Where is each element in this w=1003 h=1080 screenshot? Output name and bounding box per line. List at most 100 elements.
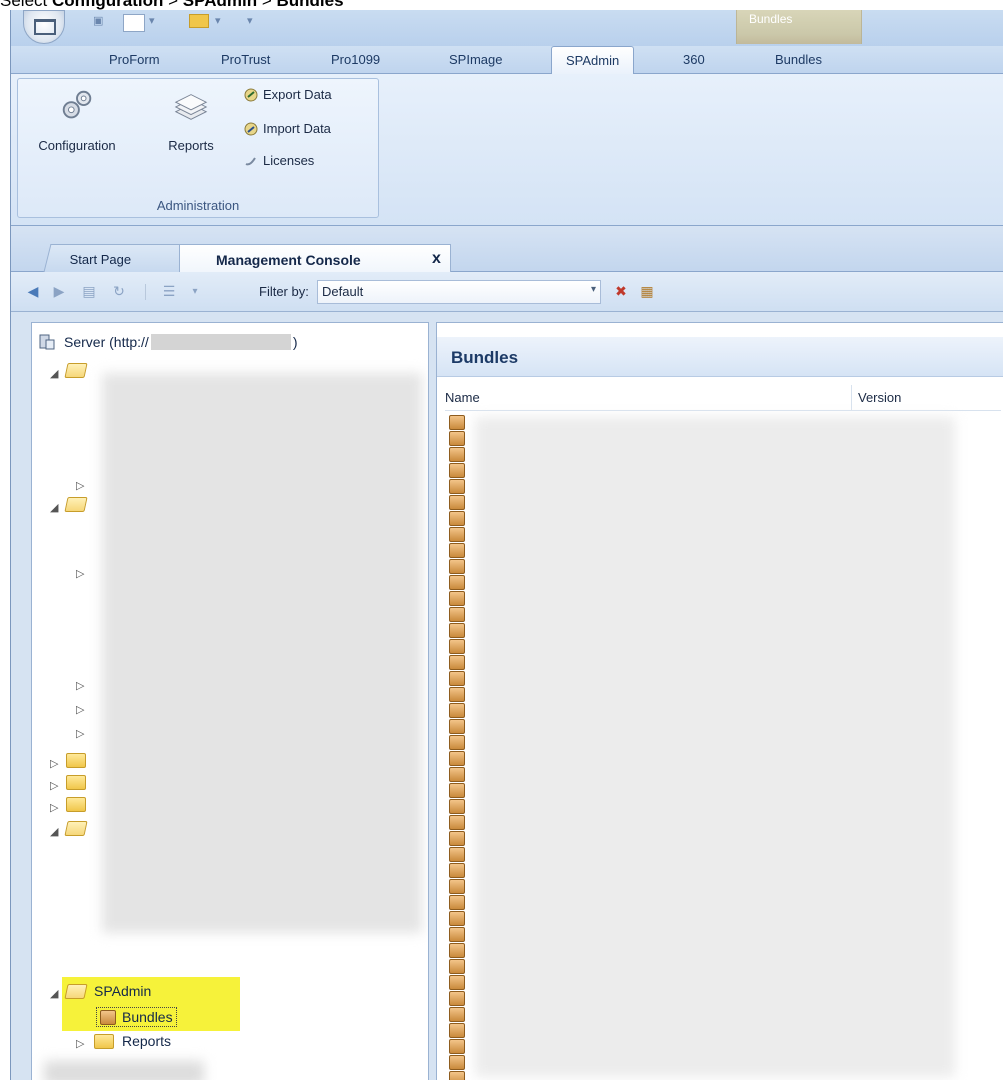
bundle-icon[interactable]	[449, 1055, 465, 1070]
bundle-icon[interactable]	[449, 767, 465, 782]
up-icon[interactable]: ▤	[81, 284, 97, 300]
bundle-icon[interactable]	[449, 671, 465, 686]
view-dropdown-icon[interactable]: ▾	[187, 284, 203, 300]
bundle-icon[interactable]	[449, 735, 465, 750]
bundle-icon[interactable]	[449, 495, 465, 510]
new-dropdown-icon[interactable]: ▾	[149, 14, 155, 32]
expand-arrow-icon[interactable]: ▷	[76, 679, 84, 692]
tab-spimage[interactable]: SPImage	[449, 52, 502, 67]
tree-item-reports[interactable]: Reports	[94, 1033, 171, 1049]
bundle-icon[interactable]	[449, 687, 465, 702]
tab-360[interactable]: 360	[683, 52, 705, 67]
expand-arrow-icon[interactable]: ▷	[76, 727, 84, 740]
export-data-button[interactable]: Export Data	[244, 87, 332, 102]
bundle-icon[interactable]	[449, 623, 465, 638]
folder-icon[interactable]	[66, 753, 86, 768]
bundle-icon[interactable]	[449, 639, 465, 654]
tab-spadmin[interactable]: SPAdmin	[551, 46, 635, 75]
configuration-button[interactable]: Configuration	[22, 87, 132, 153]
reports-button[interactable]: Reports	[156, 87, 226, 153]
licenses-button[interactable]: Licenses	[244, 153, 314, 168]
bundle-icon[interactable]	[449, 751, 465, 766]
bundle-icon[interactable]	[449, 479, 465, 494]
view-icon[interactable]: ☰	[161, 284, 177, 300]
bundle-icon[interactable]	[449, 607, 465, 622]
start-page-label: Start Page	[69, 252, 132, 267]
tree-item-server[interactable]: Server (http:// )	[38, 333, 297, 351]
bundle-icon[interactable]	[449, 879, 465, 894]
tab-pro1099[interactable]: Pro1099	[331, 52, 380, 67]
customize-qat-icon[interactable]: ▾	[247, 14, 253, 32]
bundle-icon[interactable]	[449, 703, 465, 718]
bundle-icon[interactable]	[449, 831, 465, 846]
filter-select[interactable]: Default ▾	[317, 280, 601, 304]
tab-management-console[interactable]: Management Console x	[179, 244, 451, 272]
tree-item-spadmin[interactable]: SPAdmin	[64, 983, 151, 999]
bundle-icon[interactable]	[449, 799, 465, 814]
folder-icon[interactable]	[66, 775, 86, 790]
tab-protrust[interactable]: ProTrust	[221, 52, 270, 67]
tree-item-bundles[interactable]: Bundles	[96, 1007, 177, 1027]
bundle-icon[interactable]	[449, 1007, 465, 1022]
expand-arrow-icon[interactable]: ▷	[76, 479, 84, 492]
expand-arrow-icon[interactable]: ▷	[50, 757, 58, 770]
folder-icon[interactable]	[64, 821, 88, 836]
import-data-button[interactable]: Import Data	[244, 121, 331, 136]
bundle-icon[interactable]	[449, 463, 465, 478]
collapse-arrow-icon[interactable]: ◢	[50, 367, 58, 380]
bundle-icon[interactable]	[449, 543, 465, 558]
new-icon[interactable]	[123, 14, 145, 32]
bundle-icon[interactable]	[449, 959, 465, 974]
bundle-icon[interactable]	[449, 527, 465, 542]
bundle-icon[interactable]	[449, 591, 465, 606]
expand-arrow-icon[interactable]: ▷	[76, 567, 84, 580]
bundle-icon[interactable]	[449, 927, 465, 942]
folder-icon[interactable]	[64, 497, 88, 512]
forward-icon[interactable]: ▶	[51, 284, 67, 300]
bundle-icon[interactable]	[449, 863, 465, 878]
folder-icon[interactable]	[64, 363, 88, 378]
folder-dropdown-icon[interactable]: ▾	[215, 14, 221, 32]
folder-icon[interactable]	[189, 14, 209, 28]
save-icon[interactable]: ▣	[93, 14, 103, 32]
back-icon[interactable]: ◀	[25, 284, 41, 300]
bundle-icon[interactable]	[449, 895, 465, 910]
tab-bundles[interactable]: Bundles	[775, 52, 822, 67]
redacted-url	[150, 334, 291, 350]
expand-arrow-icon[interactable]: ▷	[50, 801, 58, 814]
collapse-arrow-icon[interactable]: ◢	[50, 987, 58, 1000]
bundle-icon[interactable]	[449, 991, 465, 1006]
bundle-icon[interactable]	[449, 975, 465, 990]
tab-proform[interactable]: ProForm	[109, 52, 160, 67]
bundle-icon[interactable]	[449, 1039, 465, 1054]
bundle-icon[interactable]	[449, 719, 465, 734]
bundle-icon[interactable]	[449, 1071, 465, 1080]
expand-arrow-icon[interactable]: ▷	[76, 1037, 84, 1050]
collapse-arrow-icon[interactable]: ◢	[50, 501, 58, 514]
column-header-version[interactable]: Version	[851, 385, 1001, 411]
folder-icon[interactable]	[66, 797, 86, 812]
app-menu-button[interactable]	[23, 10, 65, 44]
close-tab-icon[interactable]: x	[432, 250, 441, 268]
column-header-name[interactable]: Name	[445, 385, 851, 411]
collapse-arrow-icon[interactable]: ◢	[50, 825, 58, 838]
bundle-icon[interactable]	[449, 815, 465, 830]
bundle-icon[interactable]	[449, 559, 465, 574]
delete-icon[interactable]: ✖	[613, 284, 629, 300]
expand-arrow-icon[interactable]: ▷	[50, 779, 58, 792]
bundle-icon[interactable]	[449, 575, 465, 590]
tab-start-page[interactable]: Start Page	[43, 244, 191, 272]
bundle-icon[interactable]	[449, 655, 465, 670]
bundle-icon[interactable]	[449, 783, 465, 798]
bundle-icon[interactable]	[449, 415, 465, 430]
bundle-icon[interactable]	[449, 1023, 465, 1038]
bundle-icon[interactable]	[449, 511, 465, 526]
bundle-icon[interactable]	[449, 943, 465, 958]
bundle-icon[interactable]	[449, 447, 465, 462]
expand-arrow-icon[interactable]: ▷	[76, 703, 84, 716]
properties-icon[interactable]: ▦	[639, 284, 655, 300]
bundle-icon[interactable]	[449, 847, 465, 862]
refresh-icon[interactable]: ↻	[111, 284, 127, 300]
bundle-icon[interactable]	[449, 911, 465, 926]
bundle-icon[interactable]	[449, 431, 465, 446]
